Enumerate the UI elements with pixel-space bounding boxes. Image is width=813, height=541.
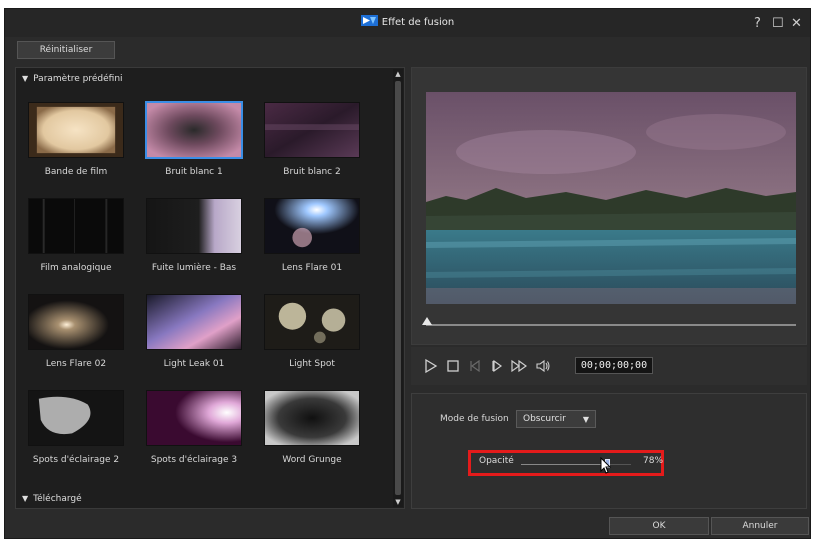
stop-icon[interactable] — [445, 358, 461, 374]
blend-settings-panel: Mode de fusion Obscurcir ▼ Opacité 78% — [411, 393, 807, 509]
scrollbar-thumb[interactable] — [395, 81, 401, 495]
chevron-down-icon: ▼ — [582, 415, 589, 424]
downloaded-group-label: Téléchargé — [33, 494, 82, 504]
preset-thumbnail — [28, 294, 124, 350]
preset-label: Light Leak 01 — [163, 359, 225, 369]
play-icon[interactable] — [423, 358, 439, 374]
blend-mode-select[interactable]: Obscurcir ▼ — [516, 410, 596, 428]
scroll-up-arrow-icon[interactable]: ▲ — [394, 69, 402, 79]
reset-button[interactable]: Réinitialiser — [17, 41, 115, 59]
preset-thumbnail — [264, 102, 360, 158]
opacity-slider-fill — [521, 464, 607, 465]
preset-label: Fuite lumière - Bas — [151, 263, 237, 273]
playhead-marker[interactable] — [422, 317, 432, 325]
preset-thumbnail — [28, 102, 124, 158]
blend-mode-value: Obscurcir — [523, 414, 566, 424]
preset-label: Bruit blanc 2 — [283, 167, 341, 177]
preset-tile[interactable]: Film analogique — [24, 190, 128, 286]
preset-label: Spots d'éclairage 3 — [150, 455, 238, 465]
preset-thumbnail — [146, 294, 242, 350]
preset-group-header[interactable]: ▼ Paramètre prédéfini — [22, 74, 123, 84]
timecode-display: 00;00;00;00 — [575, 357, 653, 374]
preset-tile[interactable]: Fuite lumière - Bas — [142, 190, 246, 286]
preset-tile[interactable]: Spots d'éclairage 2 — [24, 382, 128, 478]
preset-library-panel: ▼ Paramètre prédéfini Bande de film Bruit… — [15, 67, 405, 509]
blend-effect-dialog: Effet de fusion ? ☐ ✕ Réinitialiser ▼ Par… — [4, 8, 811, 539]
opacity-label: Opacité — [479, 456, 514, 466]
preset-tile[interactable]: Word Grunge — [260, 382, 364, 478]
preset-tile[interactable]: Spots d'éclairage 3 — [142, 382, 246, 478]
fast-forward-icon[interactable] — [511, 358, 527, 374]
preset-thumbnail — [264, 390, 360, 446]
collapse-triangle-icon: ▼ — [22, 494, 29, 503]
preset-thumbnail — [28, 198, 124, 254]
preset-label: Lens Flare 02 — [45, 359, 107, 369]
dialog-title: Effet de fusion — [5, 15, 810, 28]
preset-label: Film analogique — [40, 263, 112, 273]
preset-label: Bande de film — [44, 167, 108, 177]
preset-tile[interactable]: Bruit blanc 1 — [142, 94, 246, 190]
collapse-triangle-icon: ▼ — [22, 74, 29, 83]
preset-label: Bruit blanc 1 — [165, 167, 223, 177]
maximize-icon[interactable]: ☐ — [772, 17, 784, 31]
mouse-cursor-icon — [600, 457, 612, 474]
preset-thumbnail — [146, 198, 242, 254]
preset-tile[interactable]: Lens Flare 02 — [24, 286, 128, 382]
preset-label: Spots d'éclairage 2 — [32, 455, 120, 465]
preset-thumbnail — [264, 294, 360, 350]
opacity-slider[interactable] — [521, 459, 631, 468]
cancel-button[interactable]: Annuler — [711, 517, 809, 535]
preset-thumbnail — [28, 390, 124, 446]
preset-tile[interactable]: Bruit blanc 2 — [260, 94, 364, 190]
previous-frame-icon[interactable] — [467, 358, 483, 374]
preview-image — [426, 92, 796, 304]
preset-thumbnail — [145, 101, 243, 159]
playback-timeline[interactable] — [422, 317, 796, 326]
volume-icon[interactable] — [535, 358, 551, 374]
preset-scrollbar[interactable]: ▲ ▼ — [393, 69, 403, 507]
downloaded-group-header[interactable]: ▼ Téléchargé — [22, 494, 82, 504]
preset-thumbnail — [146, 390, 242, 446]
preset-tile[interactable]: Bande de film — [24, 94, 128, 190]
transport-bar: 00;00;00;00 — [411, 347, 807, 385]
opacity-value: 78% — [643, 456, 664, 466]
preset-tile[interactable]: Light Leak 01 — [142, 286, 246, 382]
opacity-highlight-box: Opacité 78% — [468, 450, 664, 476]
preview-panel — [411, 67, 807, 345]
dialog-title-text: Effet de fusion — [381, 17, 455, 28]
preset-thumbnail — [264, 198, 360, 254]
help-icon[interactable]: ? — [754, 17, 761, 31]
scroll-down-arrow-icon[interactable]: ▼ — [394, 497, 402, 507]
app-logo-icon — [360, 15, 378, 26]
preset-tile[interactable]: Light Spot — [260, 286, 364, 382]
preset-group-label: Paramètre prédéfini — [33, 74, 123, 84]
ok-button[interactable]: OK — [609, 517, 709, 535]
preset-label: Lens Flare 01 — [281, 263, 343, 273]
close-icon[interactable]: ✕ — [791, 17, 802, 31]
preset-label: Word Grunge — [282, 455, 342, 465]
next-frame-icon[interactable] — [489, 358, 505, 374]
preset-label: Light Spot — [289, 359, 335, 369]
preset-tile[interactable]: Lens Flare 01 — [260, 190, 364, 286]
title-bar: Effet de fusion ? ☐ ✕ — [5, 9, 810, 37]
blend-mode-label: Mode de fusion — [440, 414, 509, 424]
